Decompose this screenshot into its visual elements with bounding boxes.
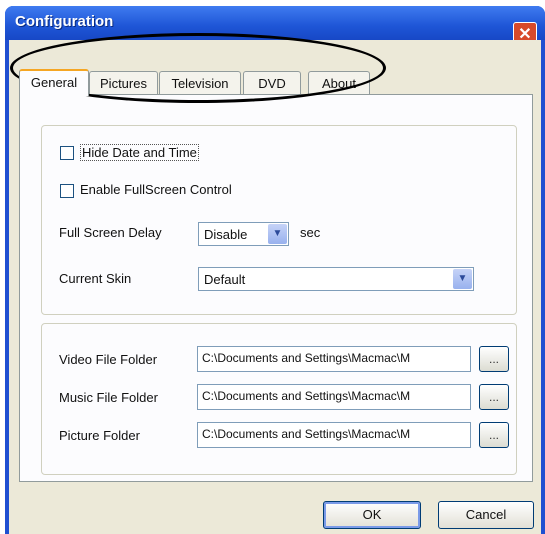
music-folder-browse-button[interactable]: ...	[479, 384, 509, 410]
tab-label: General	[30, 75, 78, 90]
display-options-group: Hide Date and Time Enable FullScreen Con…	[41, 125, 517, 315]
tab-label: Pictures	[100, 76, 147, 91]
configuration-window: Configuration ✕ General Pictures Televis…	[5, 6, 545, 534]
music-folder-input[interactable]: C:\Documents and Settings\Macmac\M	[197, 384, 471, 410]
tab-label: DVD	[258, 76, 286, 91]
window-title: Configuration	[15, 13, 114, 30]
fullscreen-delay-unit: sec	[300, 225, 321, 240]
tab-label: Television	[171, 76, 229, 91]
video-folder-browse-button[interactable]: ...	[479, 346, 509, 372]
fullscreen-delay-value: Disable	[204, 227, 248, 242]
tab-dvd[interactable]: DVD	[243, 71, 301, 95]
tab-pictures[interactable]: Pictures	[89, 71, 158, 95]
tab-general[interactable]: General	[19, 69, 89, 96]
title-bar[interactable]: Configuration ✕	[5, 6, 545, 46]
current-skin-label: Current Skin	[59, 271, 132, 286]
music-folder-label: Music File Folder	[59, 390, 158, 405]
enable-fullscreen-label[interactable]: Enable FullScreen Control	[80, 182, 232, 197]
tab-television[interactable]: Television	[159, 71, 241, 95]
hide-date-time-checkbox[interactable]	[60, 146, 74, 160]
ok-button[interactable]: OK	[323, 501, 421, 529]
dialog-body: General Pictures Television DVD About Hi…	[9, 40, 541, 534]
video-folder-label: Video File Folder	[59, 352, 158, 367]
chevron-down-icon[interactable]: ▼	[453, 269, 472, 289]
tab-about[interactable]: About	[308, 71, 370, 95]
picture-folder-browse-button[interactable]: ...	[479, 422, 509, 448]
folders-group: Video File Folder C:\Documents and Setti…	[41, 323, 517, 475]
current-skin-select[interactable]: Default ▼	[198, 267, 474, 291]
picture-folder-label: Picture Folder	[59, 428, 140, 443]
cancel-button[interactable]: Cancel	[438, 501, 534, 529]
enable-fullscreen-checkbox[interactable]	[60, 184, 74, 198]
tab-panel-general: Hide Date and Time Enable FullScreen Con…	[19, 94, 533, 482]
tab-label: About	[322, 76, 356, 91]
fullscreen-delay-select[interactable]: Disable ▼	[198, 222, 289, 246]
fullscreen-delay-label: Full Screen Delay	[59, 225, 162, 240]
video-folder-input[interactable]: C:\Documents and Settings\Macmac\M	[197, 346, 471, 372]
picture-folder-input[interactable]: C:\Documents and Settings\Macmac\M	[197, 422, 471, 448]
current-skin-value: Default	[204, 272, 246, 287]
chevron-down-icon[interactable]: ▼	[268, 224, 287, 244]
hide-date-time-label[interactable]: Hide Date and Time	[80, 144, 199, 161]
